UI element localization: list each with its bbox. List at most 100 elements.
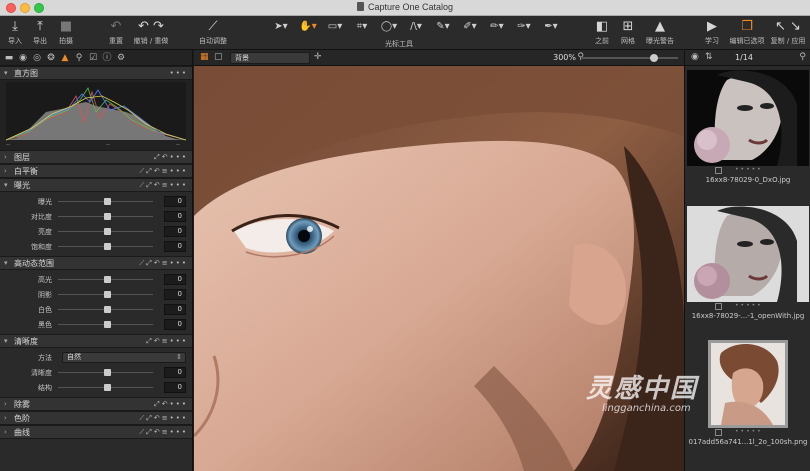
export-button[interactable]: ⤒ 导出 [30,18,50,46]
zoom-slider[interactable] [582,54,678,62]
section-actions-icon[interactable]: ⤢↶••• [154,151,188,164]
grid-icon: ⊞ [622,19,634,34]
levels-header[interactable]: › 色阶 ⟋⤢↶≡••• [0,411,192,425]
layer-select[interactable]: 背景 [230,52,310,64]
rating-dots[interactable]: ••••• [735,166,763,173]
browser-toolbar: ◉ ⇅ 1/14 ⚲ [685,50,810,66]
structure-value-field[interactable]: 0 [164,382,186,393]
metadata-tab-icon[interactable]: ⓘ [102,53,112,63]
spot-removal-tool-icon[interactable]: ◯▾ [378,20,400,34]
brightness-value-field[interactable]: 0 [164,226,186,237]
brush-tool-icon[interactable]: ✐▾ [459,20,481,34]
rating-dots[interactable]: ••••• [735,428,763,435]
exposure-warning-button[interactable]: ▲ 曝光警告 [644,18,676,46]
section-actions-icon[interactable]: ⤢↶≡••• [146,335,188,348]
capture-button[interactable]: ■ 拍摄 [56,18,76,46]
exposure-controls: 曝光 0 对比度 0 亮度 0 饱和度 0 [0,192,192,256]
method-select[interactable]: 自然 ⇕ [62,352,186,363]
color-tab-icon[interactable]: ❂ [46,53,56,63]
slider-handle[interactable] [104,321,111,328]
thumbnail-item[interactable]: ••••• 16xx8-78029-...-1_openWith.jpg [687,206,809,320]
slider-handle[interactable] [650,54,658,62]
before-button[interactable]: ◧ 之前 [592,18,612,46]
output-tab-icon[interactable]: ⚙ [116,53,126,63]
rating-dots[interactable]: ••••• [735,302,763,309]
edit-selected-button[interactable]: ❐ 编辑已选项 [728,18,766,46]
dehaze-header[interactable]: › 除雾 ⤢↶••• [0,397,192,411]
details-tab-icon[interactable]: ⚲ [74,53,84,63]
white-value-field[interactable]: 0 [164,304,186,315]
histogram-header[interactable]: ▾ 直方图 ••• [0,66,192,80]
chevron-right-icon: › [4,167,7,175]
slider-handle[interactable] [104,213,111,220]
title-bar: Capture One Catalog [0,0,810,16]
thumbnail-item-selected[interactable]: ••••• 017add56a741...1l_2o_100sh.png [687,340,809,446]
annotate-tool-icon[interactable]: ✒▾ [540,20,562,34]
grid-button[interactable]: ⊞ 网格 [618,18,638,46]
clarity-value-field[interactable]: 0 [164,367,186,378]
sort-icon[interactable]: ⇅ [705,52,713,62]
reset-button[interactable]: ↶ 重置 [106,18,126,46]
section-actions-icon[interactable]: ⟋⤢↶≡••• [139,257,188,270]
chevron-down-icon: ▾ [4,181,8,189]
camera-icon: ■ [59,19,73,34]
play-video-icon: ▶ [707,19,717,34]
select-checkbox[interactable] [715,429,722,436]
slider-handle[interactable] [104,384,111,391]
slider-handle[interactable] [104,369,111,376]
select-tool-icon[interactable]: ➤▾ [270,20,292,34]
keystone-tool-icon[interactable]: /\▾ [405,20,427,34]
slider-handle[interactable] [104,306,111,313]
white-balance-header[interactable]: › 白平衡 ⟋⤢↶≡••• [0,164,192,178]
slider-handle[interactable] [104,243,111,250]
hdr-header[interactable]: ▾ 高动态范围 ⟋⤢↶≡••• [0,256,192,270]
straighten-tool-icon[interactable]: ▭▾ [324,20,346,34]
saturation-value-field[interactable]: 0 [164,241,186,252]
slider-handle[interactable] [104,198,111,205]
capture-tab-icon[interactable]: ◉ [18,53,28,63]
curves-header[interactable]: › 曲线 ⟋⤢↶≡••• [0,425,192,439]
pan-tool-icon[interactable]: ✋▾ [297,20,319,34]
eye-icon[interactable]: ◉ [691,52,699,62]
crop-tool-icon[interactable]: ⌗▾ [351,20,373,34]
select-checkbox[interactable] [715,303,722,310]
eraser-tool-icon[interactable]: ✏▾ [486,20,508,34]
contrast-value-field[interactable]: 0 [164,211,186,222]
tools-panel: ▬ ◉ ◎ ❂ ▲ ⚲ ☑ ⓘ ⚙ ▾ 直方图 ••• -- -- -- › 图… [0,50,193,471]
thumbnail-item[interactable]: ••••• 16xx8-78029-0_DxO.jpg [687,70,809,184]
slider-handle[interactable] [104,291,111,298]
lens-tab-icon[interactable]: ◎ [32,53,42,63]
section-actions-icon[interactable]: ⟋⤢↶≡••• [139,179,188,192]
learn-button[interactable]: ▶ 学习 [702,18,722,46]
layers-header[interactable]: › 图层 ⤢↶••• [0,150,192,164]
section-actions-icon[interactable]: ⟋⤢↶≡••• [139,165,188,178]
library-tab-icon[interactable]: ▬ [4,53,14,63]
section-actions-icon[interactable]: ⤢↶••• [154,398,188,411]
thumbnail-graphic [711,343,785,425]
slider-handle[interactable] [104,228,111,235]
copy-apply-button[interactable]: ↖ ↘ 复制 / 应用 [770,18,806,46]
black-value-field[interactable]: 0 [164,319,186,330]
section-actions-icon[interactable]: ⟋⤢↶≡••• [139,412,188,425]
undo-redo-button[interactable]: ↶ ↷ 撤销 / 重做 [132,18,170,46]
exposure-header[interactable]: ▾ 曝光 ⟋⤢↶≡••• [0,178,192,192]
adjustments-tab-icon[interactable]: ☑ [88,53,98,63]
exposure-tab-icon[interactable]: ▲ [60,53,70,63]
gradient-mask-tool-icon[interactable]: ✑▾ [513,20,535,34]
more-icon[interactable]: ••• [170,67,188,80]
add-layer-icon[interactable]: ✛ [314,52,322,62]
multi-view-icon[interactable]: ▦ [200,52,209,62]
shadow-value-field[interactable]: 0 [164,289,186,300]
reset-icon: ↶ [110,19,122,34]
color-picker-tool-icon[interactable]: ✎▾ [432,20,454,34]
single-view-icon[interactable]: ▢ [214,52,223,62]
clarity-header[interactable]: ▾ 清晰度 ⤢↶≡••• [0,334,192,348]
slider-handle[interactable] [104,276,111,283]
highlight-value-field[interactable]: 0 [164,274,186,285]
search-icon[interactable]: ⚲ [799,52,806,62]
auto-adjust-button[interactable]: ⟋ 自动调整 [198,18,228,46]
section-actions-icon[interactable]: ⟋⤢↶≡••• [139,426,188,439]
import-button[interactable]: ⤓ 导入 [6,18,24,46]
exposure-value-field[interactable]: 0 [164,196,186,207]
select-checkbox[interactable] [715,167,722,174]
